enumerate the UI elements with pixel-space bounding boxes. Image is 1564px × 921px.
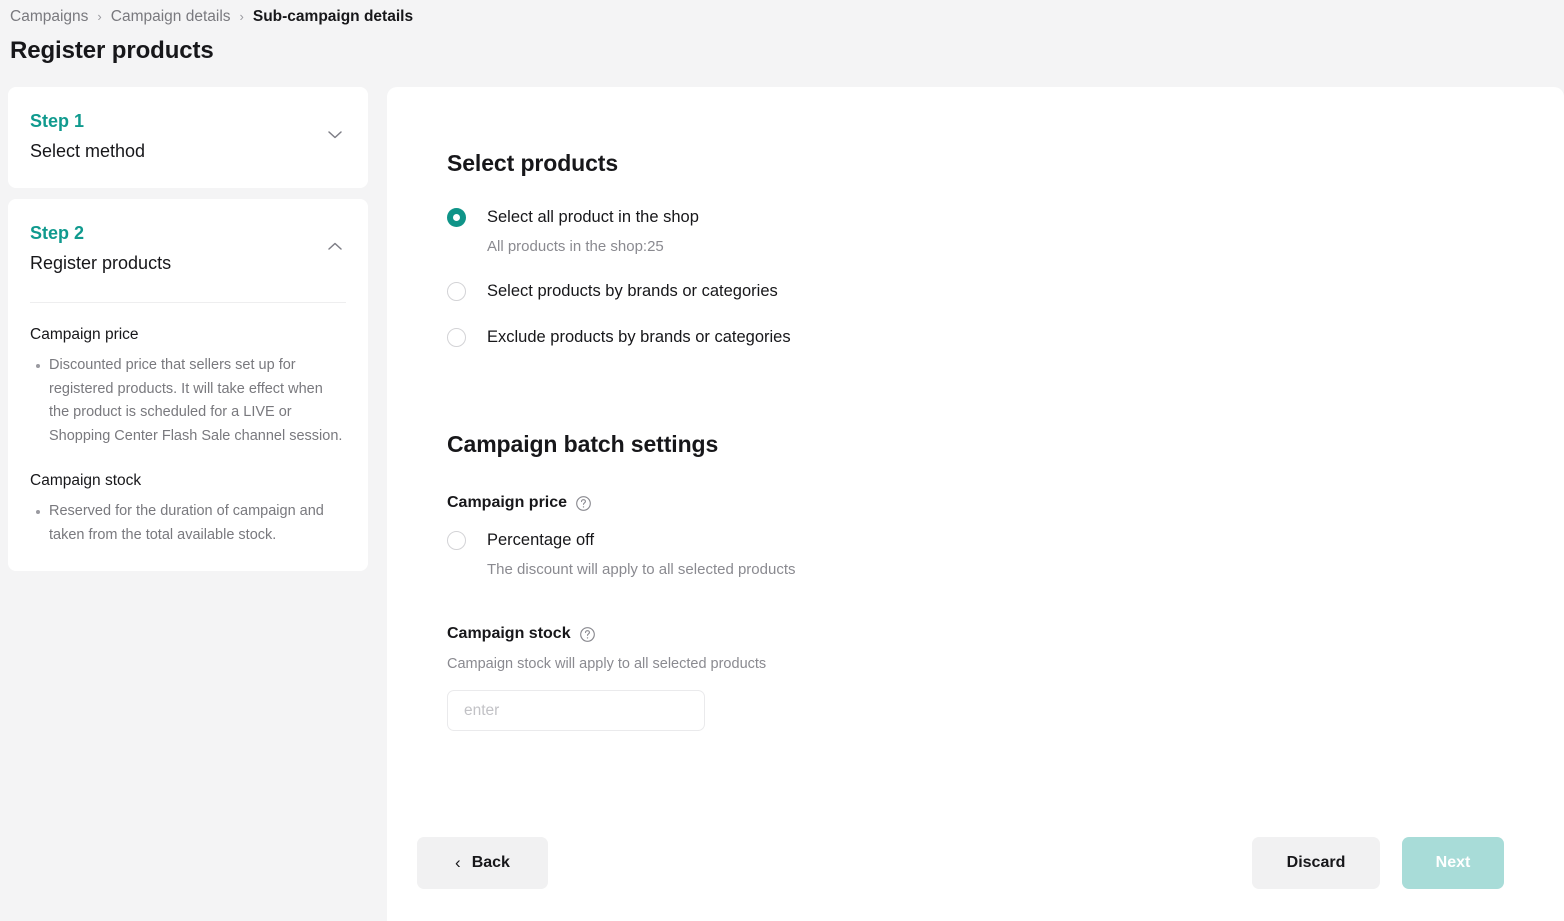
chevron-down-icon[interactable] (324, 123, 346, 145)
step-1-name: Select method (30, 141, 146, 161)
campaign-stock-hint: Campaign stock will apply to all selecte… (447, 656, 767, 672)
breadcrumb-separator-icon: › (97, 8, 102, 24)
step-1-header[interactable]: Step 1 Select method (30, 109, 346, 164)
batch-settings-title: Campaign batch settings (447, 431, 719, 457)
radio-label-select-by-brands: Select products by brands or categories (487, 282, 778, 300)
step-card-1[interactable]: Step 1 Select method (8, 87, 368, 188)
radio-option-exclude-by-brands[interactable]: Exclude products by brands or categories (447, 326, 1504, 348)
radio-label-exclude-by-brands: Exclude products by brands or categories (487, 328, 791, 346)
radio-mark-icon[interactable] (447, 531, 466, 550)
info-list-campaign-price: Discounted price that sellers set up for… (30, 354, 346, 448)
campaign-stock-input[interactable] (447, 690, 705, 731)
radio-sub-discount-note: The discount will apply to all selected … (487, 561, 796, 578)
main-panel: Select products Select all product in th… (387, 87, 1564, 921)
step-2-name: Register products (30, 253, 172, 273)
question-circle-icon[interactable] (579, 626, 596, 643)
step-2-header[interactable]: Step 2 Register products (30, 221, 346, 276)
campaign-stock-label: Campaign stock (447, 625, 571, 642)
step-2-label: Step 2 (30, 223, 85, 243)
breadcrumb-separator-icon: › (239, 8, 244, 24)
radio-mark-selected-icon[interactable] (447, 208, 466, 227)
select-products-title: Select products (447, 150, 619, 176)
radio-mark-icon[interactable] (447, 328, 466, 347)
discard-button[interactable]: Discard (1252, 837, 1380, 889)
sidebar: Step 1 Select method Step 2 Register pro… (0, 87, 368, 582)
panel-content: Select products Select all product in th… (387, 87, 1564, 731)
next-button[interactable]: Next (1402, 837, 1504, 889)
breadcrumb-item-sub-campaign-details: Sub-campaign details (252, 8, 414, 25)
radio-option-percentage-off[interactable]: Percentage off The discount will apply t… (447, 529, 1504, 581)
page-title: Register products (10, 37, 214, 64)
select-products-radio-group: Select all product in the shop All produ… (447, 206, 1504, 348)
radio-option-texts: Exclude products by brands or categories (487, 326, 791, 348)
campaign-batch-settings-section: Campaign batch settings Campaign price P… (447, 430, 1504, 731)
page-layout: Step 1 Select method Step 2 Register pro… (0, 87, 1564, 921)
campaign-stock-field: Campaign stock Campaign stock will apply… (447, 623, 1504, 731)
chevron-left-icon: ‹ (455, 852, 461, 872)
question-circle-icon[interactable] (575, 495, 592, 512)
page-header: Campaigns › Campaign details › Sub-campa… (0, 0, 1564, 80)
breadcrumb-item-campaigns[interactable]: Campaigns (10, 7, 88, 27)
campaign-price-field: Campaign price Percentage off The discou… (447, 492, 1504, 581)
step-1-texts: Step 1 Select method (30, 109, 324, 164)
chevron-up-icon[interactable] (324, 235, 346, 257)
footer-actions: ‹ Back Discard Next (387, 827, 1564, 921)
step-card-2[interactable]: Step 2 Register products Campaign price … (8, 199, 368, 571)
radio-label-select-all: Select all product in the shop (487, 208, 699, 226)
info-title-campaign-stock: Campaign stock (30, 472, 142, 489)
step-1-label: Step 1 (30, 111, 85, 131)
footer-right-actions: Discard Next (1252, 837, 1504, 889)
back-button-label: Back (471, 854, 510, 871)
campaign-stock-label-row: Campaign stock (447, 623, 1504, 645)
radio-option-select-by-brands[interactable]: Select products by brands or categories (447, 280, 1504, 302)
radio-option-texts: Percentage off The discount will apply t… (487, 529, 796, 581)
back-button[interactable]: ‹ Back (417, 837, 548, 889)
step-2-texts: Step 2 Register products (30, 221, 324, 276)
breadcrumb: Campaigns › Campaign details › Sub-campa… (10, 6, 1564, 28)
campaign-price-label-row: Campaign price (447, 492, 1504, 514)
sidebar-info-campaign-price: Campaign price Discounted price that sel… (30, 303, 346, 547)
info-list-campaign-stock: Reserved for the duration of campaign an… (30, 500, 346, 547)
radio-option-texts: Select products by brands or categories (487, 280, 778, 302)
info-bullet: Reserved for the duration of campaign an… (36, 500, 346, 547)
campaign-price-label: Campaign price (447, 494, 568, 511)
info-bullet: Discounted price that sellers set up for… (36, 354, 346, 448)
radio-mark-icon[interactable] (447, 282, 466, 301)
radio-sub-products-count: All products in the shop:25 (487, 238, 664, 255)
breadcrumb-item-campaign-details[interactable]: Campaign details (111, 7, 231, 27)
info-title-campaign-price: Campaign price (30, 326, 139, 343)
radio-option-select-all[interactable]: Select all product in the shop All produ… (447, 206, 1504, 258)
radio-label-percentage-off: Percentage off (487, 531, 595, 549)
radio-option-texts: Select all product in the shop All produ… (487, 206, 699, 258)
